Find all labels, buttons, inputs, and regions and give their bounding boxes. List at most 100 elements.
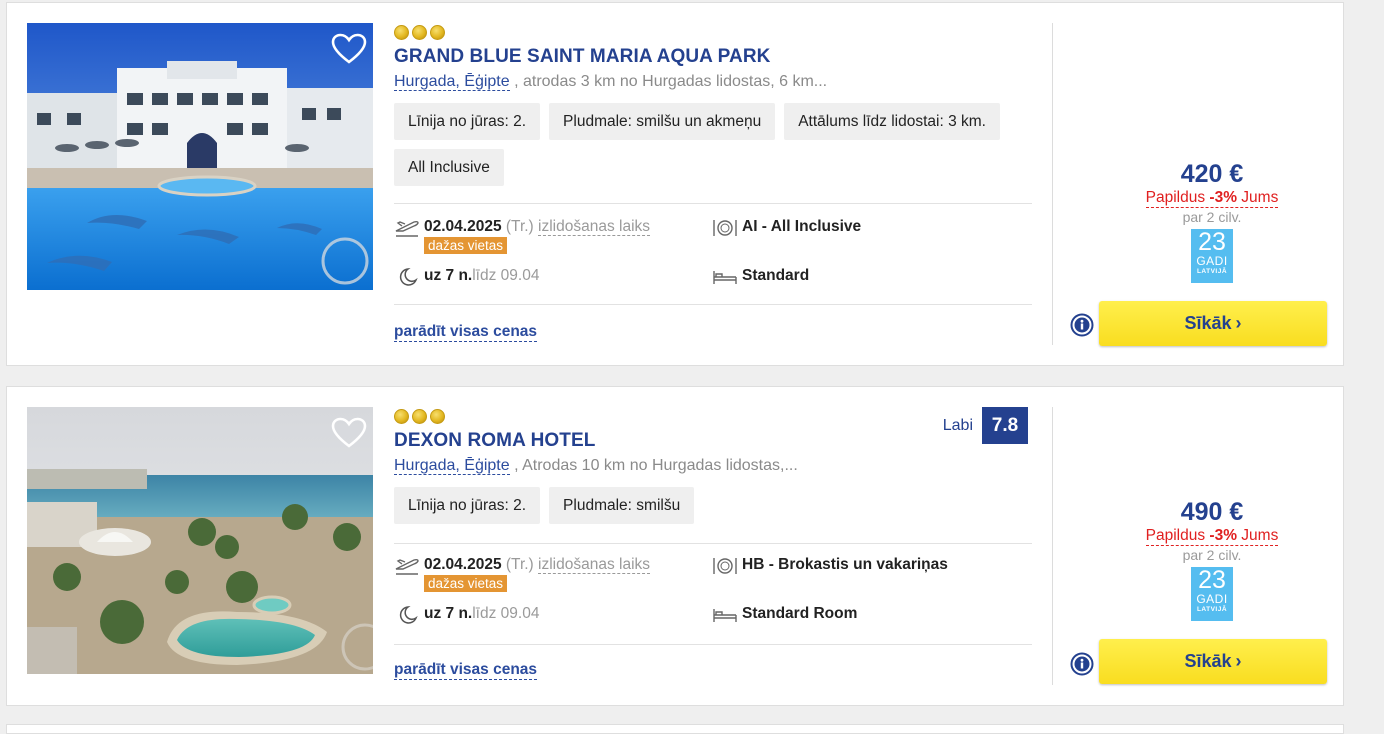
return-date: līdz 09.04 <box>472 605 540 622</box>
star-icon <box>394 408 409 424</box>
location-link[interactable]: Hurgada, Ēģipte <box>394 457 510 475</box>
persons-count: par 2 cilv. <box>1182 547 1242 563</box>
room-type: Standard <box>742 267 810 284</box>
discount-suffix: Jums <box>1237 189 1279 206</box>
column-divider <box>1052 23 1053 345</box>
badge-country: LATVIJĀ <box>1196 268 1228 275</box>
star-icon <box>430 408 445 424</box>
badge-number: 23 <box>1198 566 1226 594</box>
badge-country: LATVIJĀ <box>1196 606 1228 613</box>
moon-icon <box>394 267 420 287</box>
23-years-latvia-badge: 23 GADI LATVIJĀ <box>1191 229 1233 283</box>
persons-count: par 2 cilv. <box>1182 209 1242 225</box>
room-row: Standard <box>712 267 809 287</box>
discount-value: -3% <box>1209 189 1237 206</box>
room-type: Standard Room <box>742 605 858 622</box>
location-link[interactable]: Hurgada, Ēģipte <box>394 73 510 91</box>
departure-row: 02.04.2025 (Tr.) izlidošanas laiks dažas… <box>394 218 651 255</box>
hotel-location: Hurgada, Ēģipte , atrodas 3 km no Hurgad… <box>394 73 1032 91</box>
extra-discount[interactable]: Papildus -3% Jums <box>1145 189 1279 208</box>
hotel-info: DEXON ROMA HOTEL Hurgada, Ēģipte , Atrod… <box>394 407 1032 645</box>
hotel-tags: Līnija no jūras: 2. Pludmale: smilšu un … <box>394 103 1034 186</box>
hotel-tags: Līnija no jūras: 2. Pludmale: smilšu <box>394 487 1034 524</box>
meal-row: HB - Brokastis un vakariņas <box>712 556 948 576</box>
discount-suffix: Jums <box>1237 527 1279 544</box>
tag-beach: Pludmale: smilšu un akmeņu <box>549 103 776 140</box>
show-all-prices-link[interactable]: parādīt visas cenas <box>394 323 538 342</box>
hotel-stars <box>394 23 1032 41</box>
nights-row: uz 7 n. līdz 09.04 <box>394 267 539 287</box>
23-years-latvia-badge: 23 GADI LATVIJĀ <box>1191 567 1233 621</box>
discount-label: Papildus <box>1145 189 1210 206</box>
star-icon <box>430 24 445 40</box>
nights-row: uz 7 n. līdz 09.04 <box>394 605 539 625</box>
badge-number: 23 <box>1198 228 1226 256</box>
hotel-location: Hurgada, Ēģipte , Atrodas 10 km no Hurga… <box>394 457 1032 475</box>
tag-sea-line: Līnija no jūras: 2. <box>394 487 541 524</box>
plate-cutlery-icon <box>712 218 738 238</box>
hotel-photo[interactable] <box>27 23 373 290</box>
bed-icon <box>712 267 738 287</box>
meal-row: AI - All Inclusive <box>712 218 861 238</box>
departure-weekday: (Tr.) <box>501 556 539 573</box>
show-all-prices-link[interactable]: parādīt visas cenas <box>394 661 538 680</box>
column-divider <box>1052 407 1053 685</box>
tag-beach: Pludmale: smilšu <box>549 487 695 524</box>
trip-details: 02.04.2025 (Tr.) izlidošanas laiks dažas… <box>394 544 1032 644</box>
hotel-photo-image <box>27 23 373 290</box>
more-button-label: Sīkāk <box>1184 651 1232 671</box>
departure-weekday: (Tr.) <box>501 218 539 235</box>
meal-plan: HB - Brokastis un vakariņas <box>742 556 948 573</box>
badge-years: GADI <box>1196 592 1228 606</box>
hotel-name-link[interactable]: DEXON ROMA HOTEL <box>394 430 1032 452</box>
location-description: , Atrodas 10 km no Hurgadas lidostas,... <box>509 457 798 474</box>
tag-sea-line: Līnija no jūras: 2. <box>394 103 541 140</box>
nights-count: uz 7 n. <box>424 267 473 284</box>
discount-value: -3% <box>1209 527 1237 544</box>
extra-discount[interactable]: Papildus -3% Jums <box>1145 527 1279 546</box>
hotel-photo-image <box>27 407 373 674</box>
favorite-heart-icon[interactable] <box>331 33 367 65</box>
divider <box>394 304 1032 305</box>
hotel-stars <box>394 407 1032 425</box>
moon-icon <box>394 605 420 625</box>
departure-time-link[interactable]: izlidošanas laiks <box>538 556 651 574</box>
plate-cutlery-icon <box>712 556 738 576</box>
plane-takeoff-icon <box>394 218 420 238</box>
price: 490 € <box>1180 498 1244 526</box>
discount-label: Papildus <box>1145 527 1210 544</box>
star-icon <box>412 24 427 40</box>
price: 420 € <box>1180 160 1244 188</box>
more-button-label: Sīkāk <box>1184 313 1232 333</box>
tag-all-inclusive: All Inclusive <box>394 149 504 186</box>
location-description: , atrodas 3 km no Hurgadas lidostas, 6 k… <box>509 73 828 90</box>
nights-count: uz 7 n. <box>424 605 473 622</box>
hotel-photo[interactable] <box>27 407 373 674</box>
favorite-heart-icon[interactable] <box>331 417 367 449</box>
info-circle-icon[interactable] <box>1070 313 1094 337</box>
chevron-right-icon: › <box>1235 651 1242 671</box>
hotel-name-link[interactable]: GRAND BLUE SAINT MARIA AQUA PARK <box>394 46 1032 68</box>
badge-years: GADI <box>1196 254 1228 268</box>
hotel-card: GRAND BLUE SAINT MARIA AQUA PARK Hurgada… <box>6 2 1344 366</box>
departure-date: 02.04.2025 <box>424 218 502 235</box>
return-date: līdz 09.04 <box>472 267 540 284</box>
tag-airport-distance: Attālums līdz lidostai: 3 km. <box>784 103 1000 140</box>
star-icon <box>394 24 409 40</box>
room-row: Standard Room <box>712 605 857 625</box>
seats-badge: dažas vietas <box>424 237 508 254</box>
departure-time-link[interactable]: izlidošanas laiks <box>538 218 651 236</box>
meal-plan: AI - All Inclusive <box>742 218 862 235</box>
price-block: 420 € Papildus -3% Jums par 2 cilv. 23 G… <box>1098 159 1326 283</box>
seats-badge: dažas vietas <box>424 575 508 592</box>
divider <box>394 644 1032 645</box>
info-circle-icon[interactable] <box>1070 652 1094 676</box>
plane-takeoff-icon <box>394 556 420 576</box>
departure-row: 02.04.2025 (Tr.) izlidošanas laiks dažas… <box>394 556 651 593</box>
price-block: 490 € Papildus -3% Jums par 2 cilv. 23 G… <box>1098 497 1326 621</box>
star-icon <box>412 408 427 424</box>
more-details-button[interactable]: Sīkāk › <box>1099 639 1327 684</box>
hotel-info: GRAND BLUE SAINT MARIA AQUA PARK Hurgada… <box>394 23 1032 305</box>
trip-details: 02.04.2025 (Tr.) izlidošanas laiks dažas… <box>394 204 1032 304</box>
more-details-button[interactable]: Sīkāk › <box>1099 301 1327 346</box>
